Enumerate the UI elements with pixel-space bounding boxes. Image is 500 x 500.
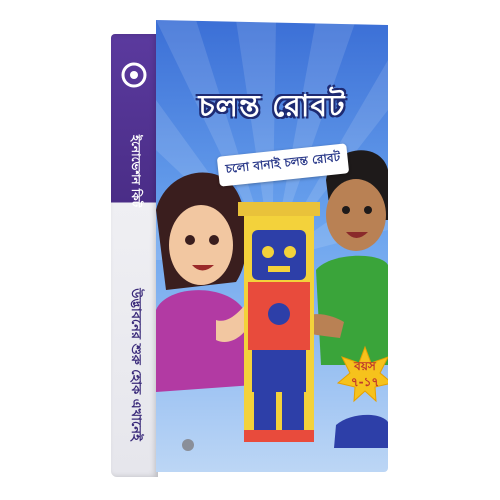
product-title: চলন্ত রোবট bbox=[198, 89, 346, 124]
boy-illustration bbox=[301, 150, 388, 365]
age-label: বয়স bbox=[354, 359, 376, 373]
spine-tagline: উদ্ভাবনের শুরু হোক এখানেই bbox=[111, 249, 158, 479]
box-front: চলন্ত রোবট চলো বানাই চলন্ত রোবট বয়স ৭-১… bbox=[156, 20, 388, 472]
age-badge: বয়স ৭-১৭ bbox=[336, 358, 388, 390]
brand-logo-icon bbox=[121, 62, 147, 88]
spine-brand-name: ইনোভেশন কিট bbox=[111, 96, 158, 246]
spine-tagline-text: উদ্ভাবনের শুরু হোক এখানেই bbox=[128, 287, 143, 441]
age-range: ৭-১৭ bbox=[350, 375, 380, 389]
spine-brand-text: ইনোভেশন কিট bbox=[129, 134, 144, 208]
robot-illustration bbox=[238, 202, 320, 442]
product-box: ইনোভেশন কিট উদ্ভাবনের শুরু হোক এখানেই চল… bbox=[0, 0, 500, 500]
box-spine: ইনোভেশন কিট উদ্ভাবনের শুরু হোক এখানেই bbox=[111, 34, 158, 477]
